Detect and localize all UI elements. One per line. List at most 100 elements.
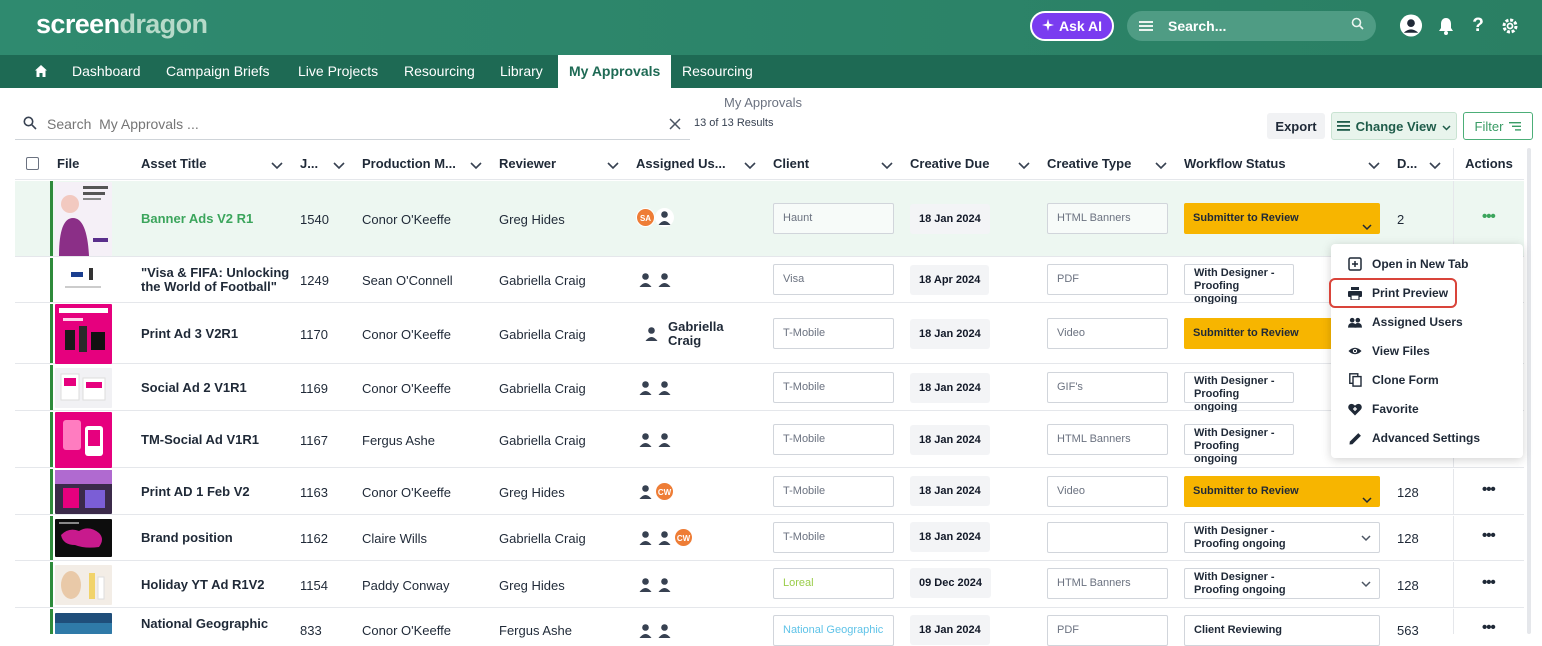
table-row[interactable]: TM-Social Ad V1R1 1167 Fergus Ashe Gabri… — [15, 412, 1524, 468]
creative-due-date[interactable]: 18 Jan 2024 — [910, 319, 990, 349]
more-actions-icon[interactable]: ••• — [1482, 574, 1496, 591]
chevron-down-icon[interactable] — [744, 157, 756, 175]
col-job[interactable]: J... — [300, 148, 318, 180]
client-field[interactable]: T-Mobile — [773, 318, 894, 349]
chevron-down-icon[interactable] — [1368, 157, 1380, 175]
workflow-status-select[interactable]: Submitter to Review — [1184, 476, 1380, 507]
col-reviewer[interactable]: Reviewer — [499, 148, 556, 180]
col-asset-title[interactable]: Asset Title — [141, 148, 207, 180]
workflow-status-select[interactable]: With Designer - Proofing ongoing — [1184, 568, 1380, 599]
client-field[interactable]: T-Mobile — [773, 522, 894, 553]
table-row[interactable]: Social Ad 2 V1R1 1169 Conor O'Keeffe Gab… — [15, 365, 1524, 413]
table-row[interactable]: Print Ad 3 V2R1 1170 Conor O'Keeffe Gabr… — [15, 304, 1524, 364]
menu-item-clone-form[interactable]: Clone Form — [1331, 366, 1523, 394]
more-actions-icon[interactable]: ••• — [1482, 527, 1496, 544]
asset-title[interactable]: Brand position — [141, 531, 291, 545]
table-row[interactable]: Banner Ads V2 R1 1540 Conor O'Keeffe Gre… — [15, 181, 1524, 257]
nav-campaign-briefs[interactable]: Campaign Briefs — [166, 55, 270, 88]
creative-due-date[interactable]: 18 Jan 2024 — [910, 425, 990, 455]
filter-button[interactable]: Filter — [1463, 112, 1533, 140]
table-row[interactable]: Print AD 1 Feb V2 1163 Conor O'Keeffe Gr… — [15, 469, 1524, 515]
creative-due-date[interactable]: 18 Jan 2024 — [910, 204, 990, 234]
workflow-status-select[interactable]: With Designer - Proofing ongoing — [1184, 424, 1294, 465]
asset-thumbnail[interactable] — [55, 519, 112, 557]
table-row[interactable]: Brand position 1162 Claire Wills Gabriel… — [15, 516, 1524, 561]
ask-ai-button[interactable]: Ask AI — [1030, 11, 1114, 41]
col-creative-type[interactable]: Creative Type — [1047, 148, 1131, 180]
col-client[interactable]: Client — [773, 148, 809, 180]
client-field[interactable]: Loreal — [773, 568, 894, 599]
chevron-down-icon[interactable] — [881, 157, 893, 175]
asset-title[interactable]: Social Ad 2 V1R1 — [141, 381, 291, 395]
asset-thumbnail[interactable] — [55, 182, 112, 256]
global-search[interactable]: Search... — [1127, 11, 1376, 41]
client-field[interactable]: T-Mobile — [773, 372, 894, 403]
creative-type-field[interactable]: PDF — [1047, 615, 1168, 646]
col-d[interactable]: D... — [1397, 148, 1417, 180]
creative-due-date[interactable]: 09 Dec 2024 — [910, 568, 991, 598]
client-field[interactable]: Visa — [773, 264, 894, 295]
creative-due-date[interactable]: 18 Jan 2024 — [910, 522, 990, 552]
asset-title[interactable]: "Visa & FIFA: Unlocking the World of Foo… — [141, 266, 291, 294]
col-production-manager[interactable]: Production M... — [362, 148, 456, 180]
creative-type-field[interactable]: PDF — [1047, 264, 1168, 295]
creative-due-date[interactable]: 18 Jan 2024 — [910, 476, 990, 506]
asset-title[interactable]: National Geographic — [141, 617, 291, 631]
export-button[interactable]: Export — [1267, 113, 1325, 139]
creative-type-field[interactable]: GIF's — [1047, 372, 1168, 403]
asset-thumbnail[interactable] — [55, 260, 112, 300]
table-row[interactable]: National Geographic 833 Conor O'Keeffe F… — [15, 609, 1524, 646]
menu-item-favorite[interactable]: Favorite — [1331, 395, 1523, 423]
table-row[interactable]: "Visa & FIFA: Unlocking the World of Foo… — [15, 258, 1524, 305]
chevron-down-icon[interactable] — [271, 157, 283, 175]
vertical-scrollbar[interactable] — [1527, 148, 1531, 634]
chevron-down-icon[interactable] — [470, 157, 482, 175]
creative-type-field[interactable]: Video — [1047, 476, 1168, 507]
creative-type-field[interactable]: Video — [1047, 318, 1168, 349]
menu-item-open-new-tab[interactable]: Open in New Tab — [1331, 250, 1523, 278]
approvals-search-input[interactable] — [47, 116, 627, 132]
menu-item-view-files[interactable]: View Files — [1331, 337, 1523, 365]
clear-icon[interactable] — [669, 117, 681, 135]
gear-icon[interactable] — [1498, 14, 1522, 38]
asset-title[interactable]: Banner Ads V2 R1 — [141, 212, 291, 226]
asset-thumbnail[interactable] — [55, 304, 112, 364]
asset-thumbnail[interactable] — [55, 368, 112, 408]
col-workflow-status[interactable]: Workflow Status — [1184, 148, 1286, 180]
asset-title[interactable]: Print Ad 3 V2R1 — [141, 327, 291, 341]
asset-thumbnail[interactable] — [55, 412, 112, 468]
asset-thumbnail[interactable] — [55, 470, 112, 514]
asset-title[interactable]: TM-Social Ad V1R1 — [141, 433, 291, 447]
user-avatar-icon[interactable] — [1399, 13, 1423, 37]
creative-type-field[interactable]: HTML Banners — [1047, 568, 1168, 599]
menu-item-print-preview[interactable]: Print Preview — [1331, 279, 1523, 307]
chevron-down-icon[interactable] — [607, 157, 619, 175]
creative-due-date[interactable]: 18 Jan 2024 — [910, 615, 990, 645]
workflow-status-select[interactable]: Submitter to Review — [1184, 203, 1380, 234]
chevron-down-icon[interactable] — [1155, 157, 1167, 175]
nav-dashboard[interactable]: Dashboard — [72, 55, 141, 88]
chevron-down-icon[interactable] — [1429, 157, 1441, 175]
workflow-status-select[interactable]: With Designer - Proofing ongoing — [1184, 372, 1294, 413]
table-row[interactable]: Holiday YT Ad R1V2 1154 Paddy Conway Gre… — [15, 562, 1524, 608]
client-field[interactable]: National Geographic — [773, 615, 894, 646]
asset-thumbnail[interactable] — [55, 613, 112, 634]
workflow-status-select[interactable]: Client Reviewing — [1184, 615, 1380, 646]
client-field[interactable]: T-Mobile — [773, 424, 894, 455]
creative-due-date[interactable]: 18 Jan 2024 — [910, 373, 990, 403]
client-field[interactable]: Haunt — [773, 203, 894, 234]
more-actions-icon[interactable]: ••• — [1482, 619, 1496, 636]
creative-type-field[interactable] — [1047, 522, 1168, 553]
nav-resourcing[interactable]: Resourcing — [404, 55, 475, 88]
nav-my-approvals[interactable]: My Approvals — [558, 55, 672, 88]
menu-item-advanced-settings[interactable]: Advanced Settings — [1331, 424, 1523, 452]
workflow-status-select[interactable]: With Designer - Proofing ongoing — [1184, 264, 1294, 305]
help-icon[interactable]: ? — [1466, 14, 1490, 38]
menu-icon[interactable] — [1139, 21, 1153, 31]
chevron-down-icon[interactable] — [1018, 157, 1030, 175]
app-logo[interactable]: screendragon — [36, 9, 208, 40]
col-creative-due[interactable]: Creative Due — [910, 148, 989, 180]
col-assigned-users[interactable]: Assigned Us... — [636, 148, 726, 180]
home-icon[interactable] — [34, 64, 48, 83]
more-actions-icon[interactable]: ••• — [1482, 481, 1496, 498]
